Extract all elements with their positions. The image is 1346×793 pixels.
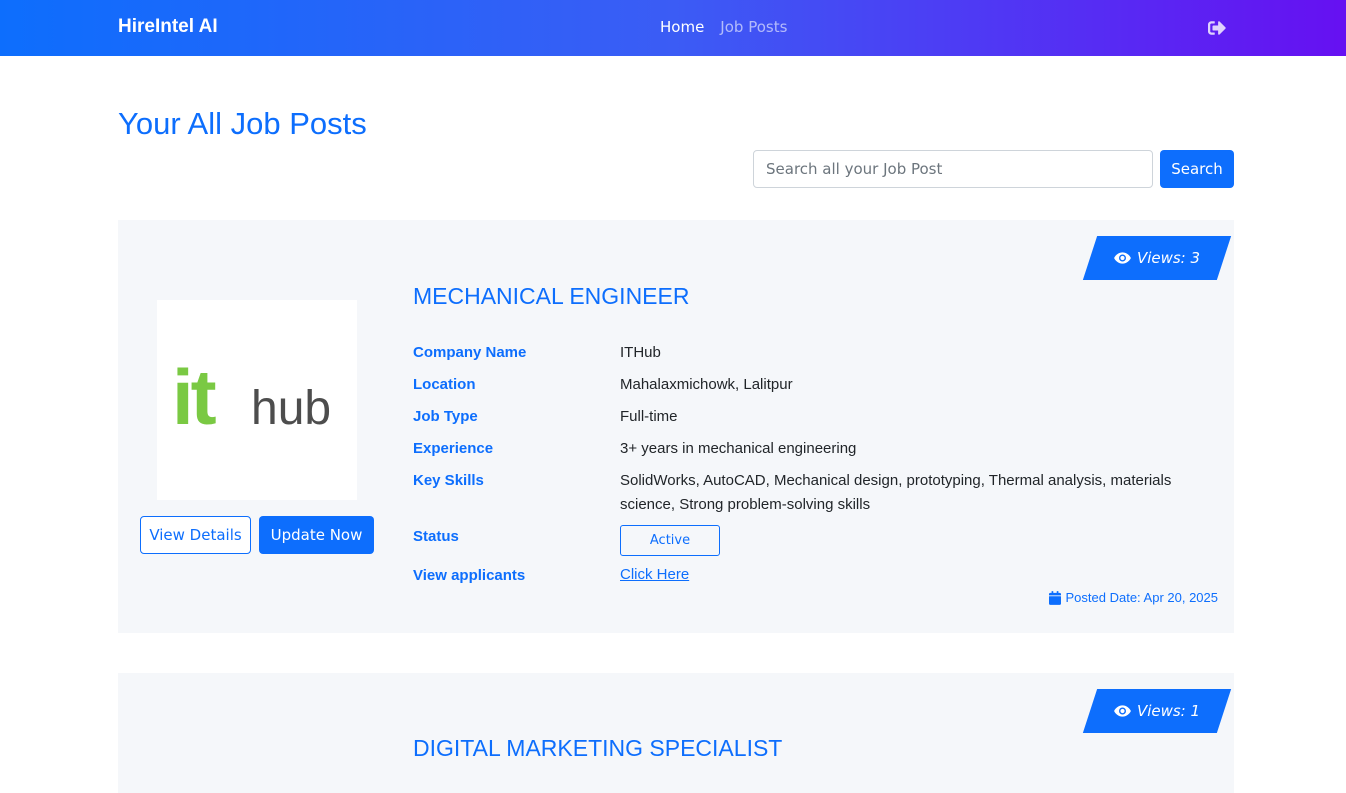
- location-label: Location: [413, 376, 476, 393]
- search-input[interactable]: [753, 150, 1153, 188]
- view-details-button[interactable]: View Details: [140, 516, 251, 554]
- posted-date: Posted Date: Apr 20, 2025: [1048, 590, 1219, 605]
- page-title: Your All Job Posts: [118, 106, 367, 141]
- experience-value: 3+ years in mechanical engineering: [620, 440, 857, 457]
- update-now-button[interactable]: Update Now: [259, 516, 374, 554]
- eye-icon: [1114, 252, 1131, 264]
- job-title: DIGITAL MARKETING SPECIALIST: [413, 735, 783, 761]
- job-card: Views: 1 DIGITAL MARKETING SPECIALIST: [118, 673, 1234, 793]
- key-skills-label: Key Skills: [413, 472, 484, 489]
- job-type-label: Job Type: [413, 408, 478, 425]
- views-count: Views: 1: [1136, 702, 1201, 720]
- sign-out-icon[interactable]: [1208, 19, 1226, 37]
- posted-date-text: Posted Date: Apr 20, 2025: [1065, 590, 1219, 605]
- company-name-label: Company Name: [413, 344, 527, 361]
- logo-text-it: it: [172, 360, 217, 440]
- navbar: HireIntel AI Home Job Posts: [0, 0, 1346, 56]
- brand-logo[interactable]: HireIntel AI: [118, 16, 218, 38]
- job-title: MECHANICAL ENGINEER: [413, 283, 690, 309]
- location-value: Mahalaxmichowk, Lalitpur: [620, 376, 793, 393]
- eye-icon: [1114, 705, 1131, 717]
- logo-text-hub: hub: [251, 382, 331, 435]
- company-name-value: ITHub: [620, 344, 661, 361]
- views-count: Views: 3: [1136, 249, 1201, 267]
- view-applicants-link[interactable]: Click Here: [620, 566, 689, 583]
- views-badge: Views: 1: [1082, 689, 1232, 733]
- key-skills-value: SolidWorks, AutoCAD, Mechanical design, …: [620, 472, 1172, 513]
- status-label: Status: [413, 528, 459, 545]
- view-applicants-label: View applicants: [413, 567, 526, 584]
- calendar-icon: [1048, 590, 1061, 605]
- company-logo: it hub: [157, 300, 357, 500]
- experience-label: Experience: [413, 440, 494, 457]
- search-button[interactable]: Search: [1160, 150, 1234, 188]
- job-type-value: Full-time: [620, 408, 678, 425]
- views-badge: Views: 3: [1082, 236, 1232, 280]
- nav-home-link[interactable]: Home: [660, 18, 704, 36]
- job-card: Views: 3 it hub View Details Update Now …: [118, 220, 1234, 633]
- nav-links: Home Job Posts: [660, 18, 787, 36]
- status-badge: Active: [620, 525, 720, 556]
- nav-job-posts-link[interactable]: Job Posts: [720, 18, 787, 36]
